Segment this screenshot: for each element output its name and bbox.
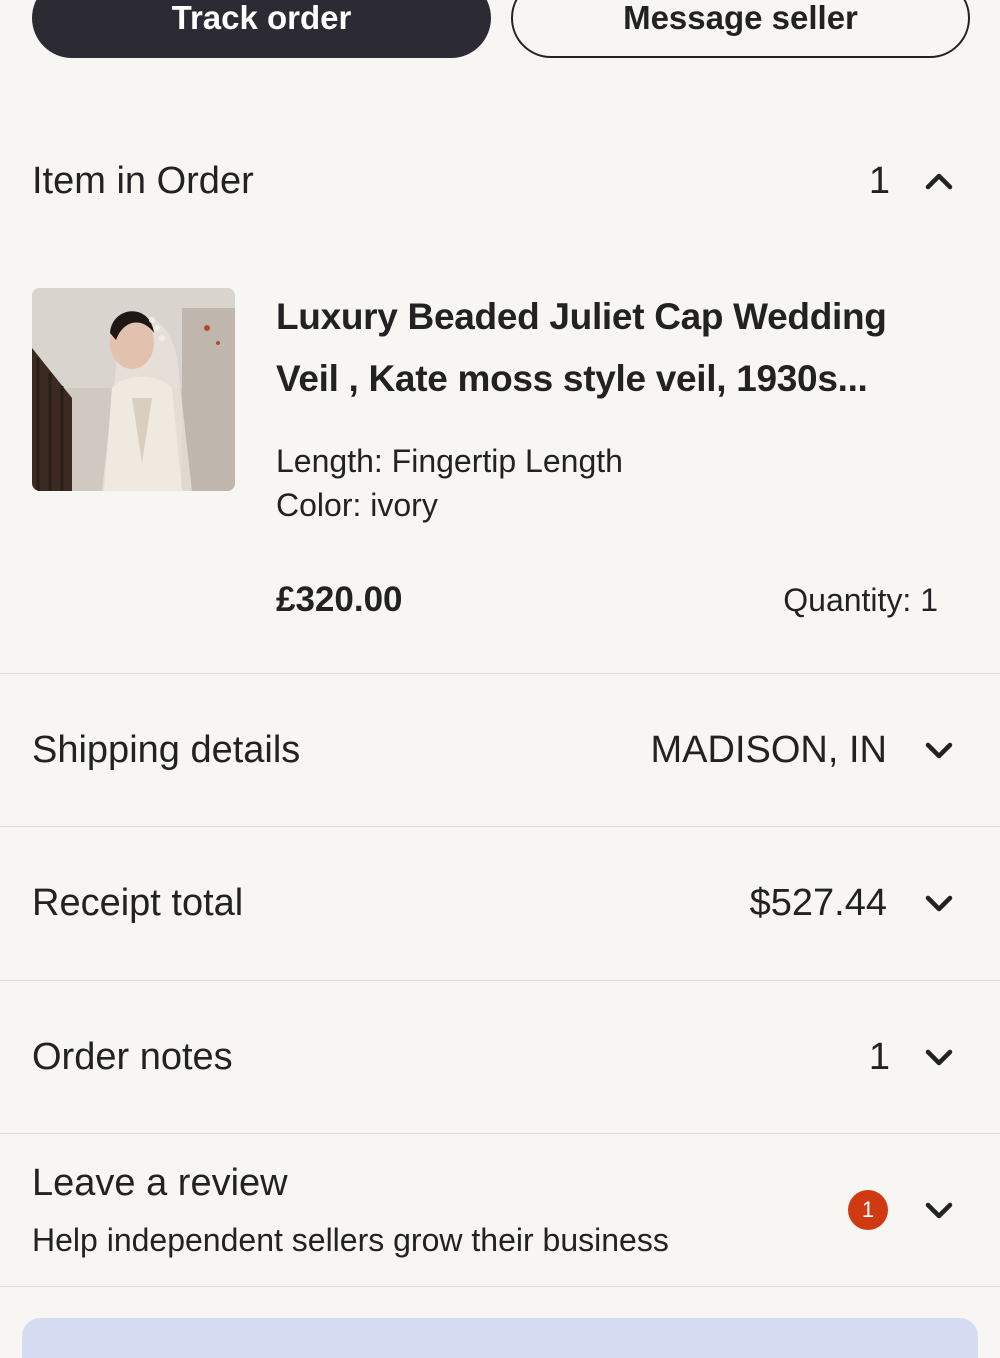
chevron-down-icon[interactable] (925, 895, 953, 913)
item-color: Color: ivory (276, 487, 438, 523)
item-quantity: Quantity: 1 (783, 582, 938, 618)
message-seller-button[interactable]: Message seller (511, 0, 970, 58)
item-title-line1: Luxury Beaded Juliet Cap Wedding (276, 296, 887, 337)
leave-review-subtitle: Help independent sellers grow their busi… (32, 1222, 669, 1258)
leave-review-title: Leave a review (32, 1162, 288, 1204)
shipping-details-title: Shipping details (32, 729, 301, 771)
notification-badge: 1 (848, 1190, 888, 1230)
receipt-total-value: $527.44 (749, 882, 887, 924)
chevron-down-icon[interactable] (925, 1049, 953, 1067)
divider (0, 980, 1000, 981)
item-title[interactable]: Luxury Beaded Juliet Cap Wedding Veil , … (276, 286, 956, 410)
divider (0, 673, 1000, 674)
items-section-title: Item in Order (32, 160, 254, 202)
chevron-up-icon[interactable] (925, 172, 953, 190)
item-price: £320.00 (276, 580, 403, 619)
item-title-line2: Veil , Kate moss style veil, 1930s... (276, 358, 868, 399)
item-photo (32, 288, 235, 491)
bottom-card (22, 1318, 978, 1358)
track-order-button[interactable]: Track order (32, 0, 491, 58)
chevron-down-icon[interactable] (925, 742, 953, 760)
item-length: Length: Fingertip Length (276, 443, 623, 479)
order-notes-title: Order notes (32, 1036, 233, 1078)
divider (0, 826, 1000, 827)
items-count: 1 (868, 160, 890, 202)
track-order-label: Track order (171, 0, 352, 36)
item-thumbnail[interactable] (32, 288, 235, 491)
shipping-location: MADISON, IN (650, 729, 887, 771)
order-notes-count: 1 (868, 1036, 890, 1078)
divider (0, 1133, 1000, 1134)
receipt-total-title: Receipt total (32, 882, 244, 924)
divider (0, 1286, 1000, 1287)
message-seller-label: Message seller (623, 0, 858, 36)
chevron-down-icon[interactable] (925, 1202, 953, 1220)
